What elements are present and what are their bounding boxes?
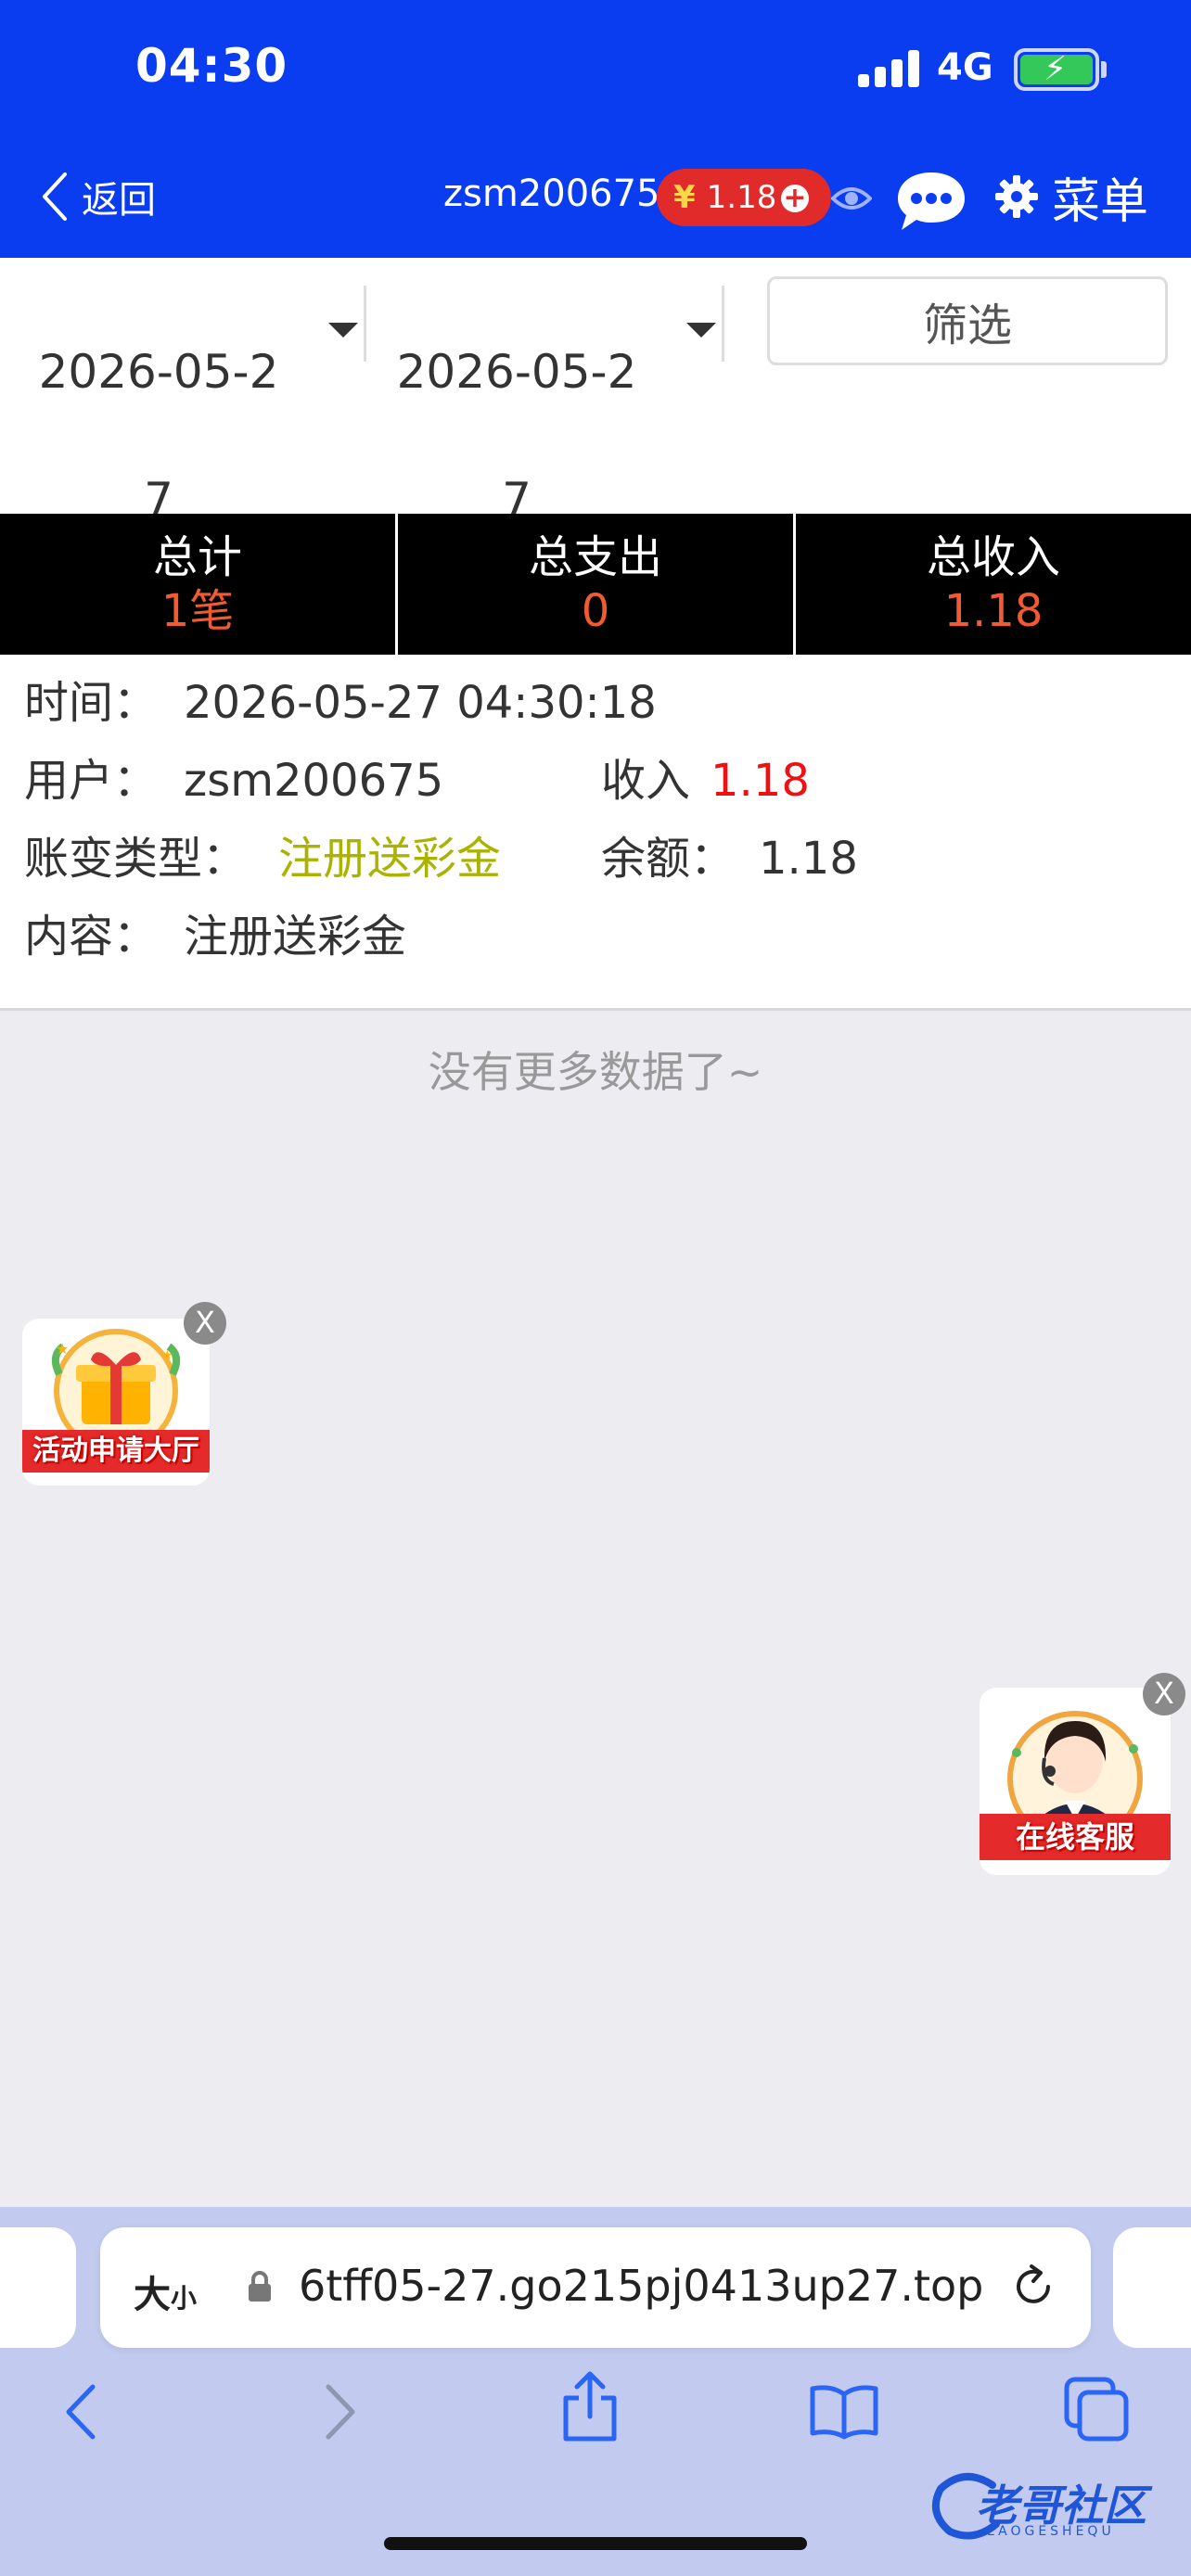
share-icon[interactable] xyxy=(557,2370,623,2444)
no-more-data-text: 没有更多数据了~ xyxy=(428,1047,763,1097)
text-size-large: 大 xyxy=(134,2274,171,2316)
next-tab-card[interactable] xyxy=(1113,2227,1191,2348)
summary-expense: 总支出 0 xyxy=(398,514,796,655)
network-type: 4G xyxy=(937,46,993,89)
summary-total-label: 总计 xyxy=(152,531,242,583)
summary-total-value: 1笔 xyxy=(160,585,235,637)
chat-bubble-icon[interactable] xyxy=(894,169,968,234)
app-header: 04:30 4G ⚡ 返回 zsm200675 ¥ 1.18 + 菜单 xyxy=(0,0,1191,258)
svg-text:★: ★ xyxy=(56,1340,69,1358)
battery-cap xyxy=(1101,61,1107,78)
balance-amount: 1.18 xyxy=(706,179,777,216)
transaction-record[interactable]: 时间： 2026-05-27 04:30:18 用户： zsm200675 收入… xyxy=(0,655,1191,1011)
battery-icon: ⚡ xyxy=(1014,48,1099,91)
record-type-value: 注册送彩金 xyxy=(278,833,502,885)
add-funds-icon[interactable]: + xyxy=(781,185,809,212)
balance-badge[interactable]: ¥ 1.18 + xyxy=(657,169,831,226)
divider xyxy=(364,286,366,362)
status-time: 04:30 xyxy=(135,39,288,93)
online-service-caption: 在线客服 xyxy=(980,1814,1171,1860)
caret-down-icon xyxy=(686,323,716,338)
watermark-subtext: LAOGESHEQU xyxy=(987,2524,1115,2539)
record-income-row: 收入 1.18 xyxy=(601,753,810,809)
summary-expense-value: 0 xyxy=(581,585,610,637)
record-time-row: 时间： 2026-05-27 04:30:18 xyxy=(24,675,657,731)
record-balance-value: 1.18 xyxy=(759,833,858,885)
reload-icon[interactable] xyxy=(1009,2263,1057,2311)
browser-back-icon[interactable] xyxy=(59,2379,104,2444)
activity-hall-caption: 活动申请大厅 xyxy=(22,1430,210,1473)
summary-expense-label: 总支出 xyxy=(528,531,662,583)
back-button[interactable]: 返回 xyxy=(41,167,156,226)
record-type-key: 账变类型： xyxy=(24,833,248,885)
menu-label: 菜单 xyxy=(1052,173,1149,230)
record-income-value: 1.18 xyxy=(711,755,810,807)
svg-text:★: ★ xyxy=(161,1348,173,1363)
previous-tab-card[interactable] xyxy=(0,2227,76,2348)
record-user-row: 用户： zsm200675 xyxy=(24,753,443,809)
browser-forward-icon[interactable] xyxy=(317,2379,362,2444)
record-content-value: 注册送彩金 xyxy=(184,911,407,963)
record-balance-row: 余额： 1.18 xyxy=(601,831,858,886)
record-time-key: 时间： xyxy=(24,677,159,729)
back-label: 返回 xyxy=(82,179,156,222)
record-user-key: 用户： xyxy=(24,755,159,807)
bookmarks-icon[interactable] xyxy=(809,2383,879,2441)
gear-icon xyxy=(995,175,1038,218)
summary-income: 总收入 1.18 xyxy=(796,514,1191,655)
chevron-left-icon xyxy=(43,172,67,221)
filter-button[interactable]: 筛选 xyxy=(767,276,1168,365)
menu-button[interactable]: 菜单 xyxy=(994,167,1148,230)
text-size-button[interactable]: 大小 xyxy=(134,2264,197,2318)
summary-income-label: 总收入 xyxy=(926,531,1060,583)
record-income-key: 收入 xyxy=(601,755,691,807)
lock-icon xyxy=(249,2271,271,2302)
summary-income-value: 1.18 xyxy=(943,585,1044,637)
home-indicator xyxy=(384,2537,807,2550)
divider xyxy=(722,286,724,362)
text-size-small: 小 xyxy=(171,2283,198,2314)
summary-bar: 总计 1笔 总支出 0 总收入 1.18 xyxy=(0,514,1191,655)
filter-bar: 2026-05-27 2026-05-27 筛选 xyxy=(0,258,1191,527)
cellular-signal-icon xyxy=(858,50,919,87)
record-type-row: 账变类型： 注册送彩金 xyxy=(24,831,501,886)
tabs-icon[interactable] xyxy=(1063,2376,1130,2442)
record-user-value: zsm200675 xyxy=(184,755,444,807)
yen-icon: ¥ xyxy=(673,179,696,216)
watermark-logo: 老哥社区 LAOGESHEQU xyxy=(928,2467,1178,2550)
close-service-ad-button[interactable]: X xyxy=(1143,1673,1185,1715)
header-username: zsm200675 xyxy=(443,172,660,215)
record-balance-key: 余额： xyxy=(601,833,736,885)
close-activity-ad-button[interactable]: X xyxy=(184,1302,226,1345)
summary-total: 总计 1笔 xyxy=(0,514,398,655)
eye-icon[interactable] xyxy=(831,182,872,215)
online-service-float-button[interactable]: 在线客服 xyxy=(980,1688,1171,1875)
caret-down-icon xyxy=(328,323,358,338)
record-content-key: 内容： xyxy=(24,911,159,963)
record-content-row: 内容： 注册送彩金 xyxy=(24,909,406,964)
address-bar[interactable]: 大小 6tff05-27.go215pj0413up27.top xyxy=(100,2227,1091,2348)
url-text: 6tff05-27.go215pj0413up27.top xyxy=(299,2261,984,2311)
activity-hall-float-button[interactable]: ★ ★ 活动申请大厅 xyxy=(22,1319,210,1486)
record-time-value: 2026-05-27 04:30:18 xyxy=(184,677,657,729)
